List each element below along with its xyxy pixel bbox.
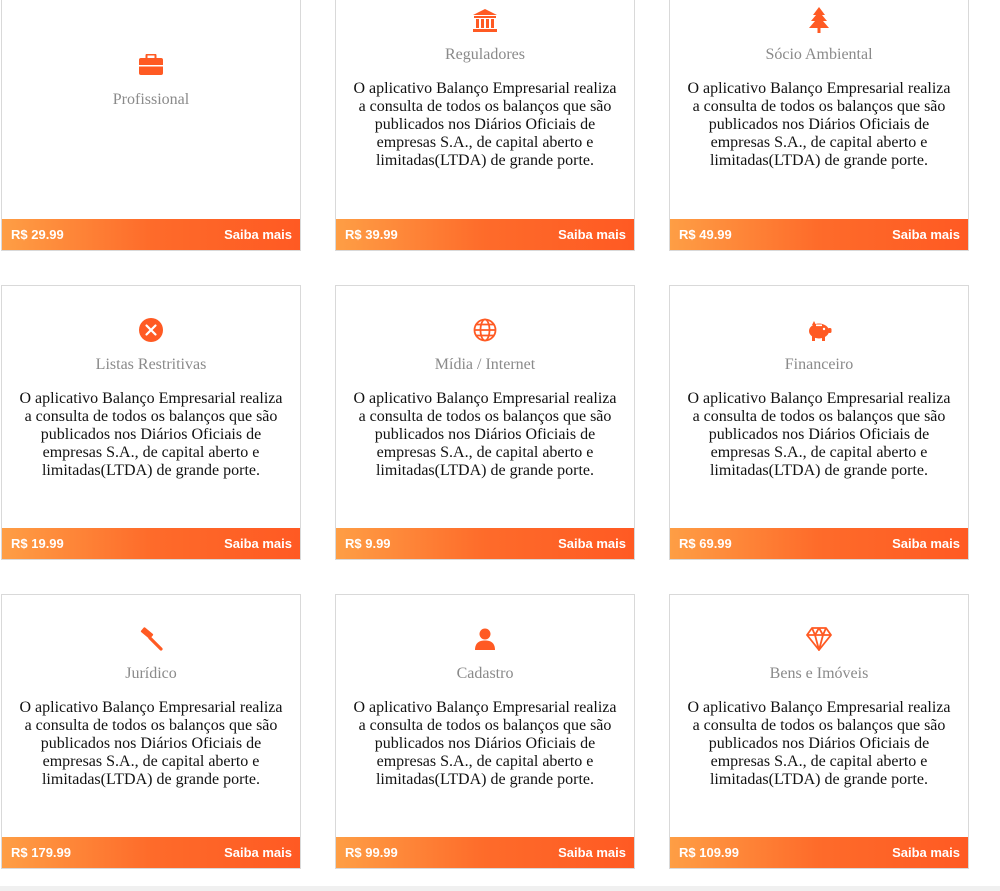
- price-label: R$ 19.99: [11, 536, 64, 551]
- gavel-icon: [2, 627, 300, 651]
- saiba-mais-link[interactable]: Saiba mais: [558, 845, 626, 860]
- saiba-mais-link[interactable]: Saiba mais: [558, 536, 626, 551]
- card-description: O aplicativo Balanço Empresarial realiza…: [19, 699, 283, 788]
- bank-icon: [336, 9, 634, 33]
- card-title: Mídia / Internet: [434, 356, 536, 373]
- saiba-mais-link[interactable]: Saiba mais: [558, 227, 626, 242]
- card-description: O aplicativo Balanço Empresarial realiza…: [687, 390, 951, 479]
- saiba-mais-link[interactable]: Saiba mais: [224, 227, 292, 242]
- price-label: R$ 29.99: [11, 227, 64, 242]
- diamond-icon: [670, 627, 968, 651]
- card-description: O aplicativo Balanço Empresarial realiza…: [687, 80, 951, 169]
- price-label: R$ 9.99: [345, 536, 391, 551]
- card-title: Profissional: [112, 91, 190, 108]
- price-label: R$ 99.99: [345, 845, 398, 860]
- price-label: R$ 109.99: [679, 845, 739, 860]
- card-description: O aplicativo Balanço Empresarial realiza…: [353, 390, 617, 479]
- product-card-midia-internet: Mídia / Internet O aplicativo Balanço Em…: [335, 285, 635, 560]
- card-title: Jurídico: [125, 665, 177, 682]
- card-title: Reguladores: [445, 46, 525, 63]
- card-title: Financeiro: [784, 356, 854, 373]
- product-card-profissional: Profissional R$ 29.99 Saiba mais: [1, 0, 301, 251]
- card-title: Bens e Imóveis: [769, 665, 869, 682]
- page-bottom-strip: [0, 886, 1000, 891]
- globe-icon: [336, 318, 634, 342]
- card-title: Cadastro: [456, 665, 514, 682]
- product-card-financeiro: Financeiro O aplicativo Balanço Empresar…: [669, 285, 969, 560]
- saiba-mais-link[interactable]: Saiba mais: [892, 227, 960, 242]
- price-label: R$ 179.99: [11, 845, 71, 860]
- card-footer: R$ 99.99 Saiba mais: [336, 837, 634, 868]
- card-footer: R$ 179.99 Saiba mais: [2, 837, 300, 868]
- price-label: R$ 49.99: [679, 227, 732, 242]
- product-card-listas-restritivas: Listas Restritivas O aplicativo Balanço …: [1, 285, 301, 560]
- card-description: O aplicativo Balanço Empresarial realiza…: [353, 80, 617, 169]
- card-footer: R$ 29.99 Saiba mais: [2, 219, 300, 250]
- card-description: O aplicativo Balanço Empresarial realiza…: [687, 699, 951, 788]
- saiba-mais-link[interactable]: Saiba mais: [224, 536, 292, 551]
- card-footer: R$ 49.99 Saiba mais: [670, 219, 968, 250]
- piggy-bank-icon: [670, 321, 968, 341]
- product-card-juridico: Jurídico O aplicativo Balanço Empresaria…: [1, 594, 301, 869]
- briefcase-icon: [2, 54, 300, 76]
- price-label: R$ 39.99: [345, 227, 398, 242]
- card-footer: R$ 109.99 Saiba mais: [670, 837, 968, 868]
- product-card-bens-imoveis: Bens e Imóveis O aplicativo Balanço Empr…: [669, 594, 969, 869]
- card-footer: R$ 9.99 Saiba mais: [336, 528, 634, 559]
- tree-icon: [670, 7, 968, 33]
- card-title: Listas Restritivas: [95, 356, 207, 373]
- card-title: Sócio Ambiental: [765, 46, 873, 63]
- saiba-mais-link[interactable]: Saiba mais: [892, 536, 960, 551]
- card-footer: R$ 69.99 Saiba mais: [670, 528, 968, 559]
- card-description: O aplicativo Balanço Empresarial realiza…: [353, 699, 617, 788]
- saiba-mais-link[interactable]: Saiba mais: [224, 845, 292, 860]
- product-card-socio-ambiental: Sócio Ambiental O aplicativo Balanço Emp…: [669, 0, 969, 251]
- close-circle-icon: [2, 318, 300, 342]
- price-label: R$ 69.99: [679, 536, 732, 551]
- card-footer: R$ 19.99 Saiba mais: [2, 528, 300, 559]
- product-card-reguladores: Reguladores O aplicativo Balanço Empresa…: [335, 0, 635, 251]
- card-footer: R$ 39.99 Saiba mais: [336, 219, 634, 250]
- saiba-mais-link[interactable]: Saiba mais: [892, 845, 960, 860]
- card-description: O aplicativo Balanço Empresarial realiza…: [19, 390, 283, 479]
- user-icon: [336, 628, 634, 650]
- product-card-cadastro: Cadastro O aplicativo Balanço Empresaria…: [335, 594, 635, 869]
